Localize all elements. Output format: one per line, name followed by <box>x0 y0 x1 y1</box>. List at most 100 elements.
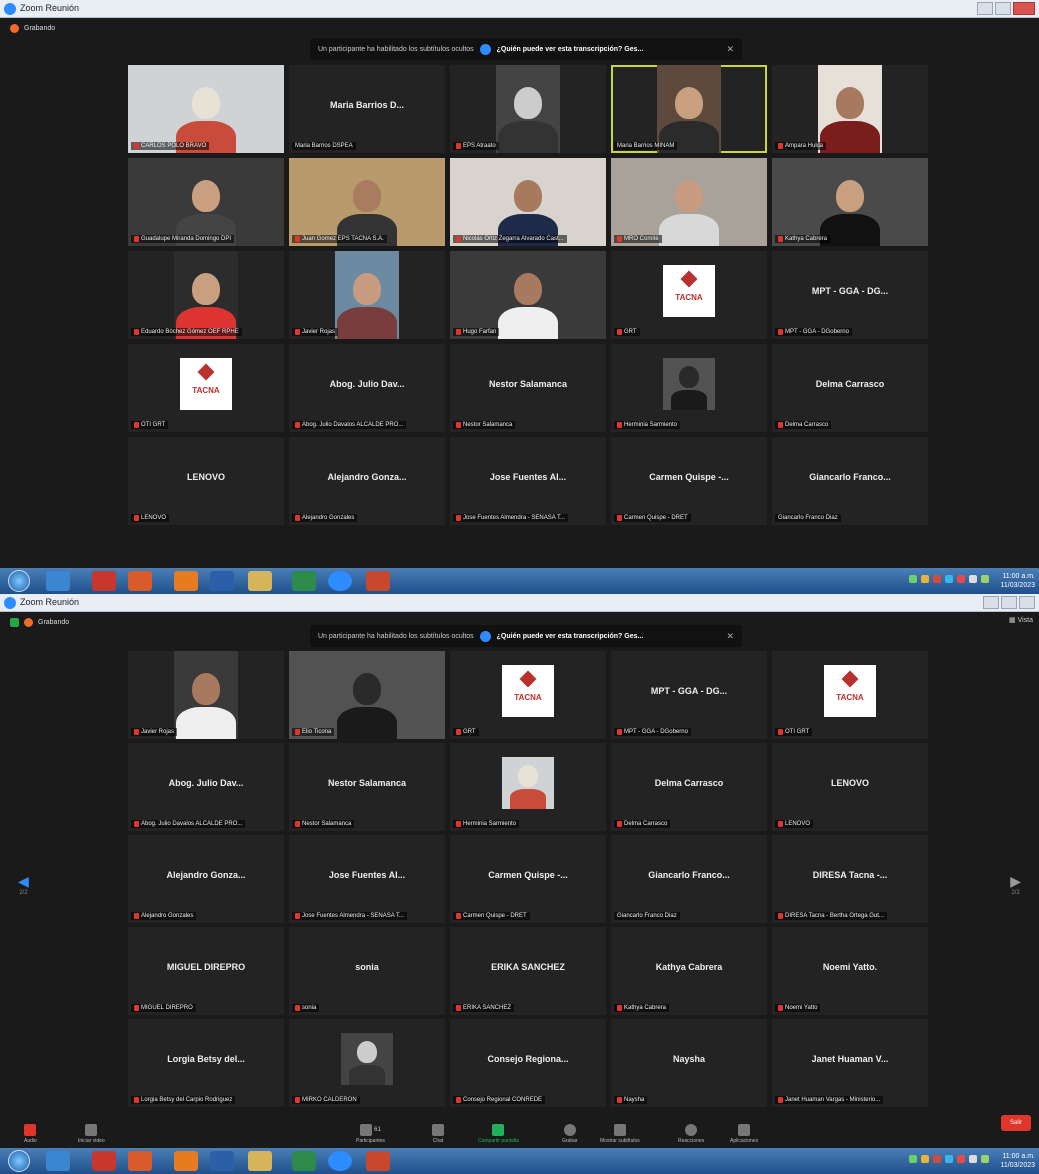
participant-tile[interactable]: Javier Rojas <box>128 651 284 739</box>
participant-tile[interactable]: Noemi Yatto. Noemi Yatto <box>772 927 928 1015</box>
participant-tile[interactable]: Abog. Julio Dav... Abog. Julio Davalos AL… <box>289 344 445 432</box>
tray-icon[interactable] <box>933 575 941 583</box>
participant-tile[interactable]: Delma Carrasco Delma Carrasco <box>611 743 767 831</box>
start-button[interactable] <box>8 1150 30 1172</box>
acrobat-icon[interactable] <box>92 571 116 591</box>
recording-indicator[interactable]: Grabando <box>10 618 69 627</box>
volume-icon[interactable] <box>981 1155 989 1163</box>
participant-tile[interactable]: TACNA OTI GRT <box>128 344 284 432</box>
participant-tile[interactable]: Delma Carrasco Delma Carrasco <box>772 344 928 432</box>
reactions-button[interactable]: Reacciones <box>678 1124 704 1144</box>
minimize-button[interactable] <box>983 596 999 609</box>
participant-tile[interactable]: Nestor Salamanca Nestor Salamanca <box>289 743 445 831</box>
participant-tile[interactable]: Nicolás Ortiz Zegarra Alvarado Cast... <box>450 158 606 246</box>
tray-icon[interactable] <box>945 1155 953 1163</box>
participant-tile[interactable]: MRO Comité <box>611 158 767 246</box>
participant-tile[interactable]: Herminia Sarmiento <box>611 344 767 432</box>
ie-icon[interactable] <box>46 571 70 591</box>
tray-icon[interactable] <box>933 1155 941 1163</box>
shield-icon[interactable] <box>10 618 19 627</box>
participant-tile[interactable]: LENOVO LENOVO <box>772 743 928 831</box>
share-screen-button[interactable]: Compartir pantalla <box>478 1124 519 1144</box>
caption-banner-link[interactable]: ¿Quién puede ver esta transcripción? Ges… <box>497 46 644 53</box>
participant-tile[interactable]: MIGUEL DIREPRO MIGUEL DIREPRO <box>128 927 284 1015</box>
participant-tile[interactable]: MPT - GGA - DG... MPT - GGA - DGoberno <box>611 651 767 739</box>
participant-tile[interactable]: Herminia Sarmiento <box>450 743 606 831</box>
powerpoint-icon[interactable] <box>366 1151 390 1171</box>
participant-tile[interactable]: TACNA OTI GRT <box>772 651 928 739</box>
close-icon[interactable]: ✕ <box>726 44 734 55</box>
participant-tile[interactable]: Giancarlo Franco... Giancarlo Franco Diaz <box>611 835 767 923</box>
participant-tile[interactable]: Abog. Julio Dav... Abog. Julio Davalos AL… <box>128 743 284 831</box>
participant-tile[interactable]: Consejo Regiona... Consejo Regional CONRE… <box>450 1019 606 1107</box>
participant-tile[interactable]: TACNA GRT <box>450 651 606 739</box>
zoom-app-icon[interactable] <box>328 571 352 591</box>
participant-tile[interactable]: Nestor Salamanca Nestor Salamanca <box>450 344 606 432</box>
show-subtitles-button[interactable]: Mostrar subtítulos <box>600 1124 640 1144</box>
participant-tile[interactable]: Janet Huaman V... Janet Huaman Vargas - M… <box>772 1019 928 1107</box>
apps-button[interactable]: Aplicaciones <box>730 1124 758 1144</box>
tray-icon[interactable] <box>909 1155 917 1163</box>
participant-tile[interactable]: Giancarlo Franco... Giancarlo Franco Diaz <box>772 437 928 525</box>
participant-tile[interactable]: Lorgia Betsy del... Lorgia Betsy del Carp… <box>128 1019 284 1107</box>
participant-tile[interactable]: Naysha Naysha <box>611 1019 767 1107</box>
network-icon[interactable] <box>969 1155 977 1163</box>
word-icon[interactable] <box>210 1151 234 1171</box>
close-window-button[interactable] <box>1013 2 1035 15</box>
participant-tile[interactable]: Jose Fuentes Al... Jose Fuentes Almendra … <box>289 835 445 923</box>
view-button[interactable]: ▦ Vista <box>1009 616 1033 624</box>
participant-tile[interactable]: TACNA GRT <box>611 251 767 339</box>
participant-tile[interactable]: Kathya Cabrera Kathya Cabrera <box>611 927 767 1015</box>
participant-tile[interactable]: Elio Ticona <box>289 651 445 739</box>
volume-icon[interactable] <box>981 575 989 583</box>
maximize-button[interactable] <box>1001 596 1017 609</box>
tray-icon[interactable] <box>957 1155 965 1163</box>
close-icon[interactable]: ✕ <box>726 631 734 642</box>
word-icon[interactable] <box>210 571 234 591</box>
tray-icon[interactable] <box>921 1155 929 1163</box>
participant-tile[interactable]: MIRKO CALDERON <box>289 1019 445 1107</box>
firefox-icon[interactable] <box>174 1151 198 1171</box>
participant-tile[interactable]: DIRESA Tacna -... DIRESA Tacna - Bertha O… <box>772 835 928 923</box>
participant-tile[interactable]: Ampara Hulca <box>772 65 928 153</box>
chrome-icon[interactable] <box>128 1151 152 1171</box>
next-page-button[interactable]: ▶ 2/2 <box>1010 873 1021 896</box>
participant-tile[interactable]: Kathya Cabrera <box>772 158 928 246</box>
tray-icon[interactable] <box>957 575 965 583</box>
participant-tile[interactable]: Alejandro Gonza... Alejandro Gonzales <box>128 835 284 923</box>
participant-tile[interactable]: Maria Barrios MINAM <box>611 65 767 153</box>
clock[interactable]: 11:00 a.m. 11/03/2023 <box>1000 1152 1035 1170</box>
explorer-icon[interactable] <box>248 1151 272 1171</box>
chat-button[interactable]: Chat <box>432 1124 444 1144</box>
caption-banner-link[interactable]: ¿Quién puede ver esta transcripción? Ges… <box>497 633 644 640</box>
acrobat-icon[interactable] <box>92 1151 116 1171</box>
excel-icon[interactable] <box>292 1151 316 1171</box>
zoom-app-icon[interactable] <box>328 1151 352 1171</box>
firefox-icon[interactable] <box>174 571 198 591</box>
participant-tile[interactable]: MPT - GGA - DG... MPT - GGA - DGoberno <box>772 251 928 339</box>
participant-tile[interactable]: Hugo Farfan <box>450 251 606 339</box>
tray-icon[interactable] <box>909 575 917 583</box>
recording-indicator[interactable]: Grabando <box>10 24 55 33</box>
participant-tile[interactable]: Guadalupe Miranda Domingo DPI <box>128 158 284 246</box>
participant-tile[interactable]: Eduardo Bóchez Gómez OEF RPHE <box>128 251 284 339</box>
network-icon[interactable] <box>969 575 977 583</box>
ie-icon[interactable] <box>46 1151 70 1171</box>
leave-button[interactable]: Salir <box>1001 1115 1031 1131</box>
start-button[interactable] <box>8 570 30 592</box>
record-button[interactable]: Grabar <box>562 1124 578 1144</box>
participant-tile[interactable]: Carmen Quispe -... Carmen Quispe - DRET <box>450 835 606 923</box>
participant-tile[interactable]: sonia sonia <box>289 927 445 1015</box>
minimize-button[interactable] <box>977 2 993 15</box>
participant-tile[interactable]: CARLOS POLO BRAVO <box>128 65 284 153</box>
tray-icon[interactable] <box>945 575 953 583</box>
clock[interactable]: 11:00 a.m. 11/03/2023 <box>1000 572 1035 590</box>
participant-tile[interactable]: Juan Gomez EPS TACNA S.A. <box>289 158 445 246</box>
participant-tile[interactable]: LENOVO LENOVO <box>128 437 284 525</box>
maximize-button[interactable] <box>995 2 1011 15</box>
tray-icon[interactable] <box>921 575 929 583</box>
explorer-icon[interactable] <box>248 571 272 591</box>
chrome-icon[interactable] <box>128 571 152 591</box>
participant-tile[interactable]: Jose Fuentes Al... Jose Fuentes Almendra … <box>450 437 606 525</box>
previous-page-button[interactable]: ◀ 2/2 <box>18 873 29 896</box>
